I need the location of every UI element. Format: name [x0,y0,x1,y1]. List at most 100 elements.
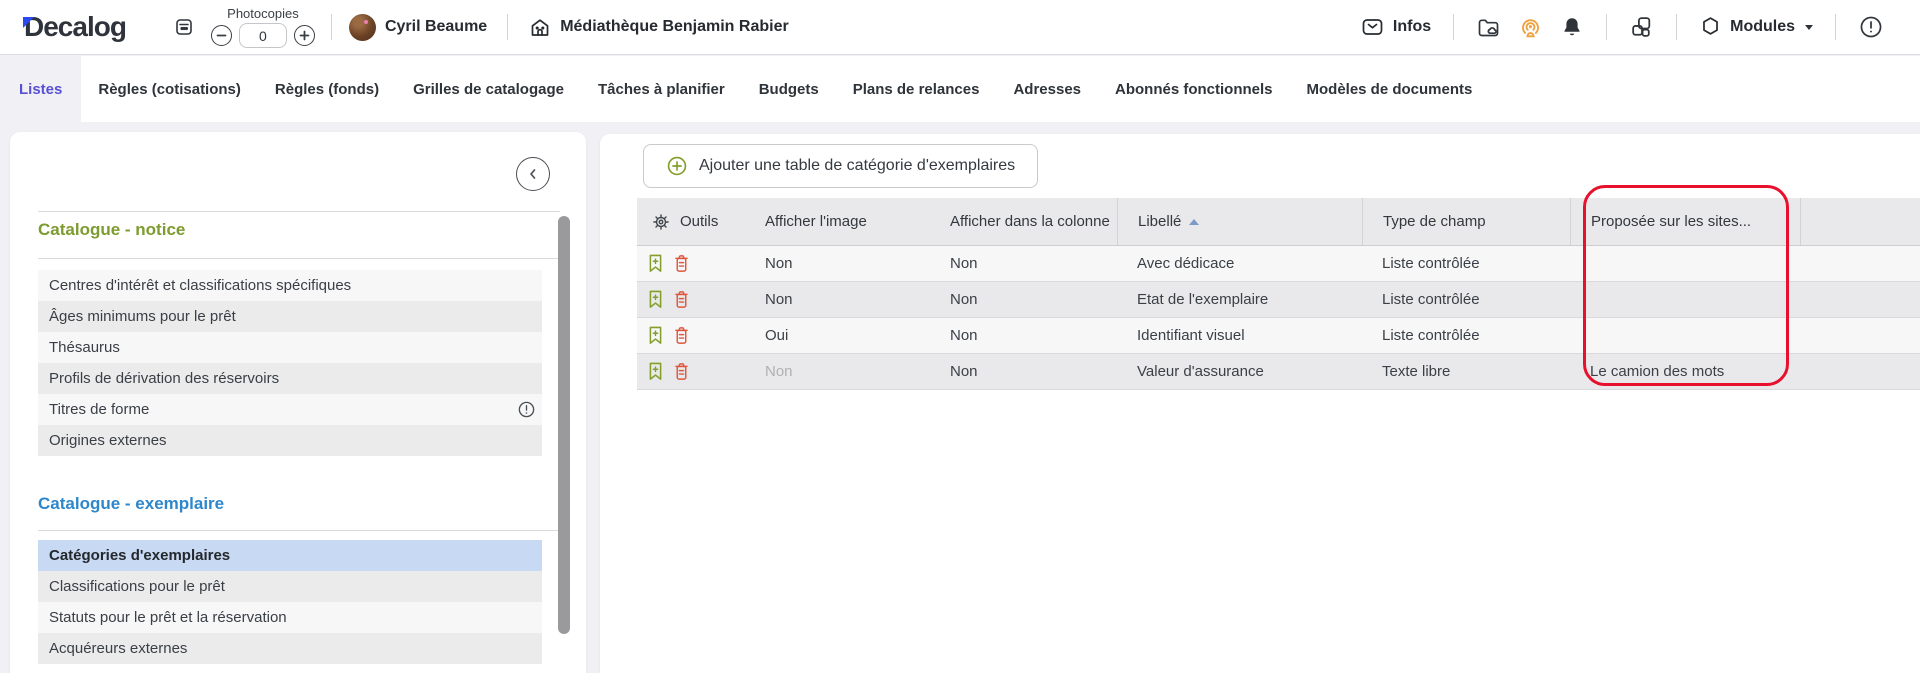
empty-cell [1800,246,1920,281]
divider [38,211,560,212]
row-tools-cell [637,354,745,389]
catalogue-notice-list: Centres d'intérêt et classifications spé… [38,270,542,456]
alert-circle-icon[interactable] [1858,14,1884,40]
gear-icon [651,212,671,232]
tab-grilles-de-catalogage[interactable]: Grilles de catalogage [396,56,581,122]
bookmark-add-icon[interactable] [647,361,664,382]
user-name: Cyril Beaume [384,18,488,35]
empty-cell [1800,318,1920,353]
modules-menu[interactable]: Modules [1699,15,1813,39]
sidebar-item-origines-externes[interactable]: Origines externes [38,425,542,456]
type-champ-cell: Liste contrôlée [1382,327,1480,344]
sidebar-item-statuts-pret-reservation[interactable]: Statuts pour le prêt et la réservation [38,602,542,633]
column-header-label: Libellé [1138,213,1182,230]
tab-taches-a-planifier[interactable]: Tâches à planifier [581,56,742,122]
proposee-sites-cell [1570,318,1800,353]
sidebar-item-titres-de-forme[interactable]: Titres de forme [38,394,542,425]
divider [38,530,560,531]
table-row[interactable]: Non Non Valeur d'assurance Texte libre L… [637,354,1920,390]
sidebar-item-centres-interet[interactable]: Centres d'intérêt et classifications spé… [38,270,542,301]
tab-modeles-de-documents[interactable]: Modèles de documents [1290,56,1490,122]
library-building-icon [528,15,552,39]
info-circle-icon [517,400,536,419]
sidebar-item-thesaurus[interactable]: Thésaurus [38,332,542,363]
library-name: Médiathèque Benjamin Rabier [560,18,789,35]
bookmark-add-icon[interactable] [647,253,664,274]
table-header-row: Outils Afficher l'image Afficher dans la… [637,198,1920,246]
add-category-table-button[interactable]: Ajouter une table de catégorie d'exempla… [643,144,1039,188]
divider [1676,14,1678,40]
trash-icon[interactable] [673,361,690,382]
type-champ-cell: Liste contrôlée [1382,291,1480,308]
trash-icon[interactable] [673,325,690,346]
chevron-down-icon [1805,24,1813,30]
table-row[interactable]: Non Non Etat de l'exemplaire Liste contr… [637,282,1920,318]
photocopies-input[interactable] [238,23,287,48]
user-menu[interactable]: Cyril Beaume [348,13,488,41]
tab-regles-fonds[interactable]: Règles (fonds) [258,56,396,122]
add-button-label: Ajouter une table de catégorie d'exempla… [699,157,1016,174]
sidebar-item-categories-exemplaires[interactable]: Catégories d'exemplaires [38,540,542,571]
column-header-type-de-champ[interactable]: Type de champ [1362,198,1570,245]
sidebar-panel: Catalogue - notice Centres d'intérêt et … [10,132,586,673]
libelle-cell: Avec dédicace [1137,255,1235,272]
empty-cell [1800,354,1920,389]
sidebar-item-acquereurs-externes[interactable]: Acquéreurs externes [38,633,542,664]
user-avatar [348,13,376,41]
tab-plans-de-relances[interactable]: Plans de relances [836,56,997,122]
bookmark-add-icon[interactable] [647,289,664,310]
sidebar-scrollbar-thumb[interactable] [558,216,570,634]
table-row[interactable]: Oui Non Identifiant visuel Liste contrôl… [637,318,1920,354]
infos-button[interactable]: Infos [1360,16,1431,38]
live-broadcast-icon[interactable] [1518,15,1543,40]
tab-budgets[interactable]: Budgets [742,56,836,122]
secondary-nav: Listes Règles (cotisations) Règles (fond… [0,56,1920,122]
photocopies-stepper [210,23,315,48]
afficher-colonne-cell: Non [950,363,978,380]
column-header-proposee-sites[interactable]: Proposée sur les sites... [1570,198,1800,245]
column-header-afficher-colonne[interactable]: Afficher dans la colonne [930,198,1117,245]
trash-icon[interactable] [673,253,690,274]
sidebar-item-profils-derivation[interactable]: Profils de dérivation des réservoirs [38,363,542,394]
row-tools-cell [637,246,745,281]
afficher-colonne-cell: Non [950,327,978,344]
table-row[interactable]: Non Non Avec dédicace Liste contrôlée [637,246,1920,282]
tab-listes[interactable]: Listes [0,56,82,122]
section-title-catalogue-notice: Catalogue - notice [38,220,186,239]
sidebar-item-ages-minimums[interactable]: Âges minimums pour le prêt [38,301,542,332]
sidebar-item-classifications-pret[interactable]: Classifications pour le prêt [38,571,542,602]
tab-abonnes-fonctionnels[interactable]: Abonnés fonctionnels [1098,56,1290,122]
column-header-afficher-image[interactable]: Afficher l'image [745,198,930,245]
afficher-image-cell: Non [765,255,793,272]
afficher-colonne-cell: Non [950,255,978,272]
top-bar: Decalog Photocopies 0 Cyril Beaume Média… [0,0,1920,55]
module-cube-icon [1699,15,1722,39]
linked-items-icon[interactable] [1629,15,1654,40]
column-header-label: Outils [680,213,719,230]
bookmark-add-icon[interactable] [647,325,664,346]
column-header-outils[interactable]: Outils [637,198,745,245]
trash-icon[interactable] [673,289,690,310]
folder-cloud-icon[interactable] [1476,15,1501,39]
empty-cell [1800,282,1920,317]
column-header-empty [1800,198,1920,245]
divider [1453,14,1455,40]
library-selector[interactable]: Médiathèque Benjamin Rabier [528,15,789,39]
tab-adresses[interactable]: Adresses [996,56,1098,122]
proposee-sites-cell [1570,282,1800,317]
minus-button[interactable] [210,25,232,46]
notifications-bell-icon[interactable] [1560,15,1584,39]
tab-regles-cotisations[interactable]: Règles (cotisations) [81,56,258,122]
column-header-libelle[interactable]: Libellé [1117,198,1362,245]
brand-name: Decalog [24,11,127,42]
proposee-sites-cell: Le camion des mots [1590,363,1725,380]
plus-button[interactable] [293,25,315,46]
section-title-catalogue-exemplaire: Catalogue - exemplaire [38,494,225,513]
photocopies-counter: Photocopies [210,6,315,48]
sidebar-collapse-button[interactable] [516,157,550,191]
divider [38,258,560,259]
libelle-cell: Valeur d'assurance [1137,363,1264,380]
libelle-cell: Etat de l'exemplaire [1137,291,1269,308]
photocopier-icon[interactable] [172,15,196,39]
sidebar-item-label: Titres de forme [49,401,150,418]
